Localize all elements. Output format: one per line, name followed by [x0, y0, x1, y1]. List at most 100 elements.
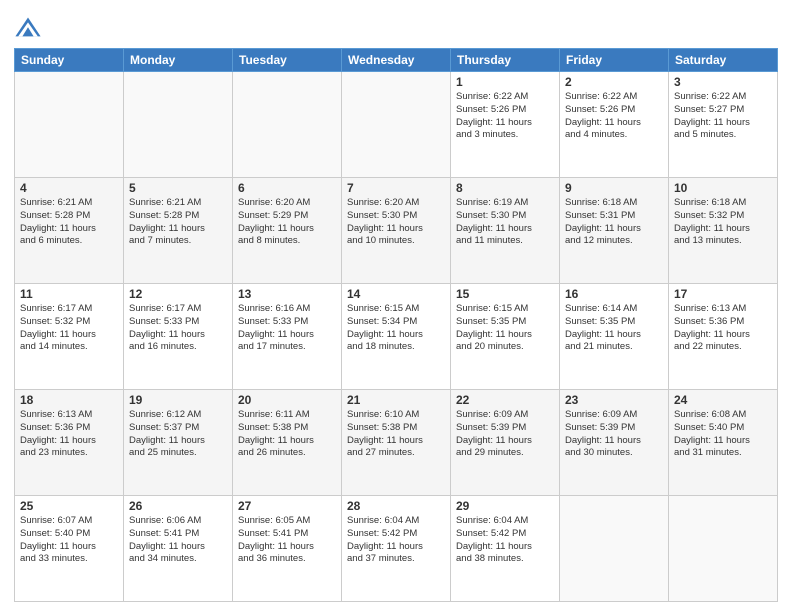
day-number: 4 — [20, 181, 118, 195]
weekday-header-friday: Friday — [560, 49, 669, 72]
day-info: Sunrise: 6:16 AM Sunset: 5:33 PM Dayligh… — [238, 303, 336, 354]
day-info: Sunrise: 6:18 AM Sunset: 5:31 PM Dayligh… — [565, 197, 663, 248]
day-info: Sunrise: 6:15 AM Sunset: 5:34 PM Dayligh… — [347, 303, 445, 354]
day-info: Sunrise: 6:11 AM Sunset: 5:38 PM Dayligh… — [238, 409, 336, 460]
calendar-cell: 5 Sunrise: 6:21 AM Sunset: 5:28 PM Daylig… — [124, 178, 233, 284]
calendar-cell: 21 Sunrise: 6:10 AM Sunset: 5:38 PM Dayli… — [342, 390, 451, 496]
day-info: Sunrise: 6:19 AM Sunset: 5:30 PM Dayligh… — [456, 197, 554, 248]
calendar-cell: 11 Sunrise: 6:17 AM Sunset: 5:32 PM Dayli… — [15, 284, 124, 390]
week-row-5: 25 Sunrise: 6:07 AM Sunset: 5:40 PM Dayli… — [15, 496, 778, 602]
page: SundayMondayTuesdayWednesdayThursdayFrid… — [0, 0, 792, 612]
calendar-cell: 16 Sunrise: 6:14 AM Sunset: 5:35 PM Dayli… — [560, 284, 669, 390]
day-info: Sunrise: 6:15 AM Sunset: 5:35 PM Dayligh… — [456, 303, 554, 354]
calendar-cell: 14 Sunrise: 6:15 AM Sunset: 5:34 PM Dayli… — [342, 284, 451, 390]
day-number: 23 — [565, 393, 663, 407]
calendar-cell: 4 Sunrise: 6:21 AM Sunset: 5:28 PM Daylig… — [15, 178, 124, 284]
day-info: Sunrise: 6:21 AM Sunset: 5:28 PM Dayligh… — [20, 197, 118, 248]
day-info: Sunrise: 6:21 AM Sunset: 5:28 PM Dayligh… — [129, 197, 227, 248]
day-number: 7 — [347, 181, 445, 195]
calendar-cell: 27 Sunrise: 6:05 AM Sunset: 5:41 PM Dayli… — [233, 496, 342, 602]
day-number: 20 — [238, 393, 336, 407]
day-number: 8 — [456, 181, 554, 195]
calendar-cell: 6 Sunrise: 6:20 AM Sunset: 5:29 PM Daylig… — [233, 178, 342, 284]
day-number: 21 — [347, 393, 445, 407]
logo-icon — [14, 14, 42, 42]
day-info: Sunrise: 6:22 AM Sunset: 5:27 PM Dayligh… — [674, 91, 772, 142]
calendar-table: SundayMondayTuesdayWednesdayThursdayFrid… — [14, 48, 778, 602]
calendar-cell: 24 Sunrise: 6:08 AM Sunset: 5:40 PM Dayli… — [669, 390, 778, 496]
calendar-cell: 18 Sunrise: 6:13 AM Sunset: 5:36 PM Dayli… — [15, 390, 124, 496]
calendar-cell — [15, 72, 124, 178]
weekday-header-row: SundayMondayTuesdayWednesdayThursdayFrid… — [15, 49, 778, 72]
day-info: Sunrise: 6:05 AM Sunset: 5:41 PM Dayligh… — [238, 515, 336, 566]
calendar-cell: 7 Sunrise: 6:20 AM Sunset: 5:30 PM Daylig… — [342, 178, 451, 284]
day-number: 19 — [129, 393, 227, 407]
day-number: 17 — [674, 287, 772, 301]
day-info: Sunrise: 6:12 AM Sunset: 5:37 PM Dayligh… — [129, 409, 227, 460]
day-info: Sunrise: 6:14 AM Sunset: 5:35 PM Dayligh… — [565, 303, 663, 354]
day-number: 22 — [456, 393, 554, 407]
day-number: 6 — [238, 181, 336, 195]
week-row-4: 18 Sunrise: 6:13 AM Sunset: 5:36 PM Dayli… — [15, 390, 778, 496]
calendar-cell: 23 Sunrise: 6:09 AM Sunset: 5:39 PM Dayli… — [560, 390, 669, 496]
day-number: 16 — [565, 287, 663, 301]
day-number: 11 — [20, 287, 118, 301]
calendar-cell: 19 Sunrise: 6:12 AM Sunset: 5:37 PM Dayli… — [124, 390, 233, 496]
day-number: 25 — [20, 499, 118, 513]
day-number: 24 — [674, 393, 772, 407]
calendar-cell — [669, 496, 778, 602]
day-number: 27 — [238, 499, 336, 513]
day-number: 18 — [20, 393, 118, 407]
day-info: Sunrise: 6:13 AM Sunset: 5:36 PM Dayligh… — [20, 409, 118, 460]
day-info: Sunrise: 6:22 AM Sunset: 5:26 PM Dayligh… — [456, 91, 554, 142]
day-info: Sunrise: 6:08 AM Sunset: 5:40 PM Dayligh… — [674, 409, 772, 460]
header — [14, 10, 778, 42]
calendar-cell: 1Sunrise: 6:22 AM Sunset: 5:26 PM Daylig… — [451, 72, 560, 178]
calendar-cell — [560, 496, 669, 602]
weekday-header-saturday: Saturday — [669, 49, 778, 72]
calendar-cell: 12Sunrise: 6:17 AM Sunset: 5:33 PM Dayli… — [124, 284, 233, 390]
week-row-1: 1Sunrise: 6:22 AM Sunset: 5:26 PM Daylig… — [15, 72, 778, 178]
day-number: 5 — [129, 181, 227, 195]
calendar-cell: 17 Sunrise: 6:13 AM Sunset: 5:36 PM Dayli… — [669, 284, 778, 390]
day-info: Sunrise: 6:09 AM Sunset: 5:39 PM Dayligh… — [565, 409, 663, 460]
day-number: 28 — [347, 499, 445, 513]
day-info: Sunrise: 6:22 AM Sunset: 5:26 PM Dayligh… — [565, 91, 663, 142]
day-info: Sunrise: 6:20 AM Sunset: 5:30 PM Dayligh… — [347, 197, 445, 248]
day-number: 14 — [347, 287, 445, 301]
calendar-cell — [342, 72, 451, 178]
day-info: Sunrise: 6:04 AM Sunset: 5:42 PM Dayligh… — [456, 515, 554, 566]
day-info: Sunrise: 6:07 AM Sunset: 5:40 PM Dayligh… — [20, 515, 118, 566]
day-info: Sunrise: 6:09 AM Sunset: 5:39 PM Dayligh… — [456, 409, 554, 460]
weekday-header-thursday: Thursday — [451, 49, 560, 72]
calendar-cell: 8 Sunrise: 6:19 AM Sunset: 5:30 PM Daylig… — [451, 178, 560, 284]
week-row-2: 4 Sunrise: 6:21 AM Sunset: 5:28 PM Daylig… — [15, 178, 778, 284]
calendar-cell: 3 Sunrise: 6:22 AM Sunset: 5:27 PM Daylig… — [669, 72, 778, 178]
day-number: 3 — [674, 75, 772, 89]
calendar-cell: 28 Sunrise: 6:04 AM Sunset: 5:42 PM Dayli… — [342, 496, 451, 602]
day-info: Sunrise: 6:13 AM Sunset: 5:36 PM Dayligh… — [674, 303, 772, 354]
weekday-header-wednesday: Wednesday — [342, 49, 451, 72]
calendar-cell: 2 Sunrise: 6:22 AM Sunset: 5:26 PM Daylig… — [560, 72, 669, 178]
calendar-cell: 20 Sunrise: 6:11 AM Sunset: 5:38 PM Dayli… — [233, 390, 342, 496]
calendar-cell: 25 Sunrise: 6:07 AM Sunset: 5:40 PM Dayli… — [15, 496, 124, 602]
day-number: 13 — [238, 287, 336, 301]
day-info: Sunrise: 6:17 AM Sunset: 5:32 PM Dayligh… — [20, 303, 118, 354]
day-info: Sunrise: 6:06 AM Sunset: 5:41 PM Dayligh… — [129, 515, 227, 566]
week-row-3: 11 Sunrise: 6:17 AM Sunset: 5:32 PM Dayli… — [15, 284, 778, 390]
day-number: 12 — [129, 287, 227, 301]
calendar-cell: 15Sunrise: 6:15 AM Sunset: 5:35 PM Dayli… — [451, 284, 560, 390]
day-info: Sunrise: 6:04 AM Sunset: 5:42 PM Dayligh… — [347, 515, 445, 566]
calendar-cell — [233, 72, 342, 178]
day-number: 9 — [565, 181, 663, 195]
weekday-header-monday: Monday — [124, 49, 233, 72]
weekday-header-tuesday: Tuesday — [233, 49, 342, 72]
day-info: Sunrise: 6:10 AM Sunset: 5:38 PM Dayligh… — [347, 409, 445, 460]
calendar-cell: 26 Sunrise: 6:06 AM Sunset: 5:41 PM Dayli… — [124, 496, 233, 602]
calendar-cell: 10Sunrise: 6:18 AM Sunset: 5:32 PM Dayli… — [669, 178, 778, 284]
day-number: 26 — [129, 499, 227, 513]
calendar-cell: 22 Sunrise: 6:09 AM Sunset: 5:39 PM Dayli… — [451, 390, 560, 496]
day-info: Sunrise: 6:20 AM Sunset: 5:29 PM Dayligh… — [238, 197, 336, 248]
day-number: 2 — [565, 75, 663, 89]
calendar-cell — [124, 72, 233, 178]
